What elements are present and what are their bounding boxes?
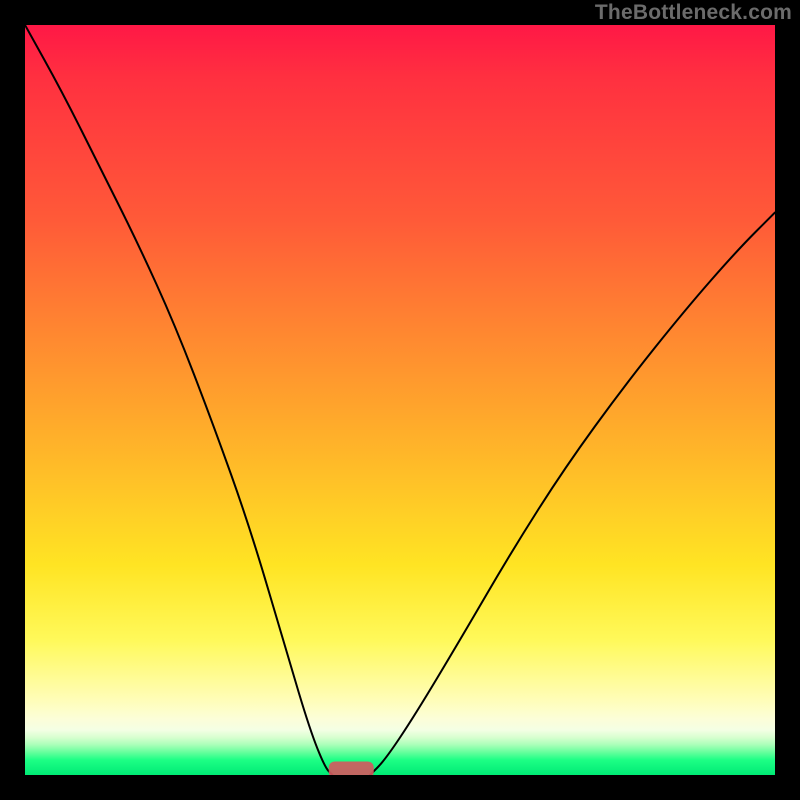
plot-area <box>25 25 775 775</box>
optimum-marker <box>329 762 374 776</box>
right-curve <box>370 213 775 776</box>
left-curve <box>25 25 333 775</box>
chart-stage: TheBottleneck.com <box>0 0 800 800</box>
watermark-text: TheBottleneck.com <box>595 1 792 25</box>
plot-canvas <box>25 25 775 775</box>
